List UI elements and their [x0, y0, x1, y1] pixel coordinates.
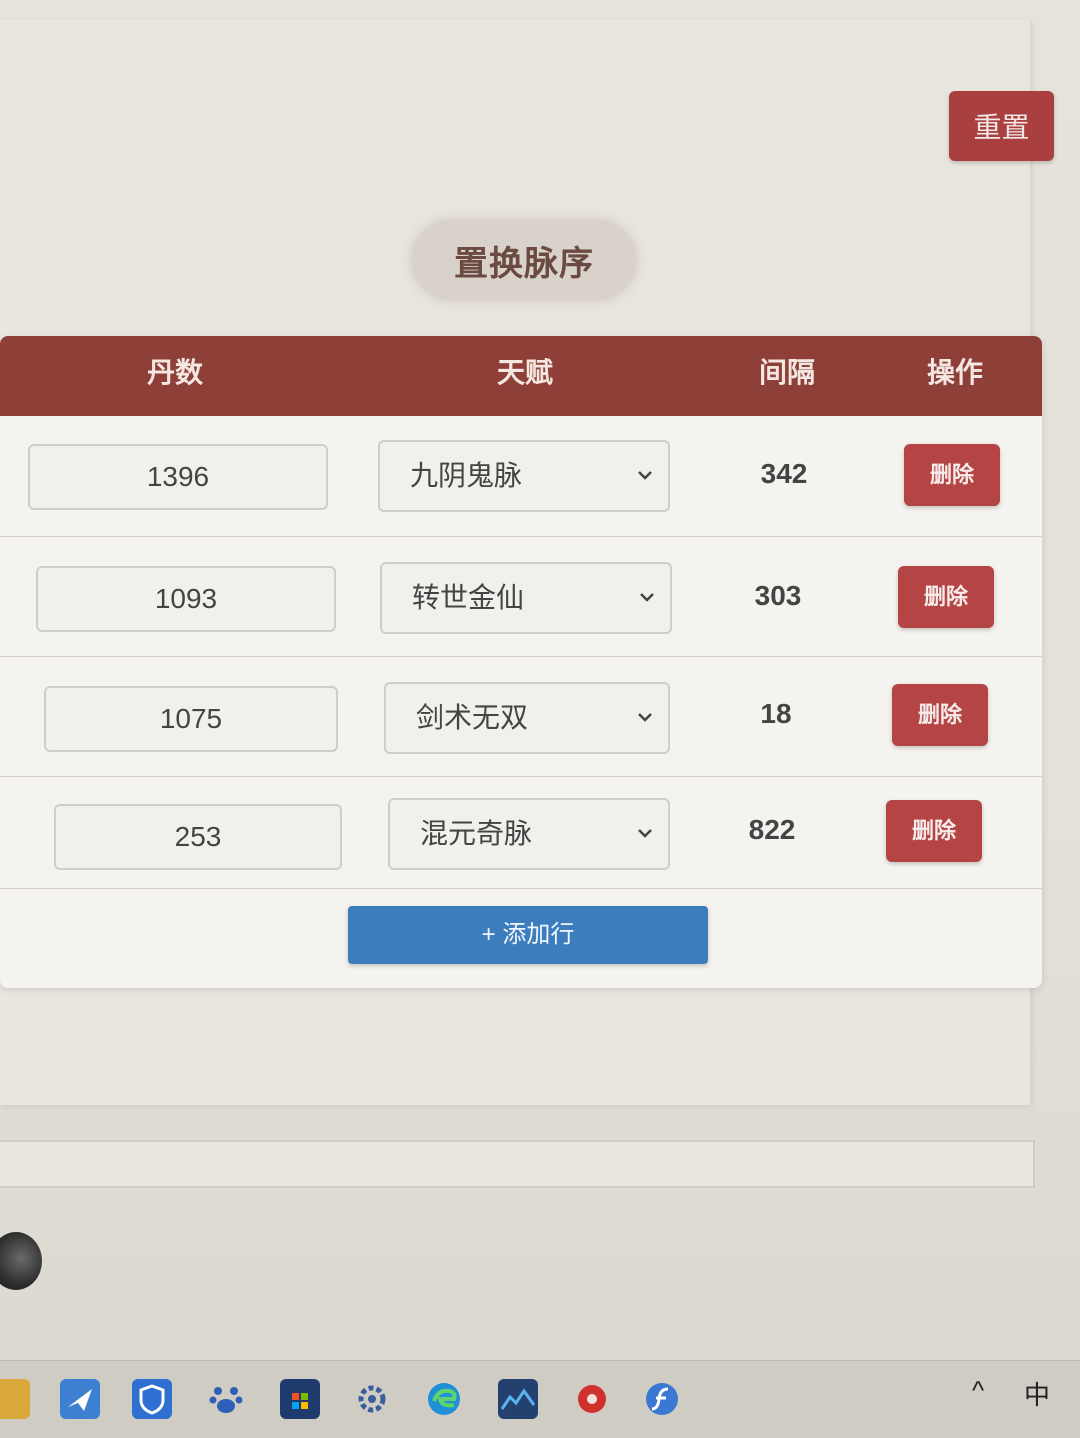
table-row: 剑术无双 18 删除 — [0, 656, 1042, 777]
chevron-down-icon — [640, 593, 654, 602]
edge-icon[interactable] — [424, 1379, 464, 1419]
count-input[interactable] — [28, 444, 328, 510]
add-row-button[interactable]: + 添加行 — [348, 906, 708, 964]
paw-icon[interactable] — [206, 1379, 246, 1419]
shield-icon[interactable] — [132, 1379, 172, 1419]
interval-value: 18 — [760, 698, 792, 729]
table-row: 混元奇脉 822 删除 — [0, 776, 1042, 889]
taskbar: ^ 中 — [0, 1360, 1080, 1438]
count-input[interactable] — [44, 686, 338, 752]
gear-icon[interactable] — [352, 1379, 392, 1419]
store-icon[interactable] — [280, 1379, 320, 1419]
talent-select-value: 九阴鬼脉 — [410, 460, 523, 491]
flash-glyph-icon — [646, 1383, 678, 1415]
talent-select[interactable]: 混元奇脉 — [388, 798, 670, 870]
delete-button[interactable]: 删除 — [892, 684, 988, 746]
interval-value: 342 — [760, 458, 808, 489]
paw-glyph-icon — [209, 1387, 243, 1413]
store-glyph-icon — [292, 1393, 308, 1409]
chevron-down-icon — [638, 713, 652, 722]
count-input[interactable] — [54, 804, 342, 870]
ime-indicator[interactable]: 中 — [1024, 1375, 1050, 1412]
column-header-interval: 间隔 — [758, 357, 815, 388]
gear-glyph-icon — [358, 1385, 386, 1413]
chevron-down-icon — [638, 471, 652, 480]
interval-value: 822 — [748, 814, 796, 845]
mail-glyph-icon — [68, 1389, 92, 1411]
table-header: 丹数 天赋 间隔 操作 — [0, 336, 1042, 416]
sequence-table: 丹数 天赋 间隔 操作 九阴鬼脉 342 删除 转世金仙 — [0, 336, 1042, 988]
reset-button[interactable]: 重置 — [949, 91, 1054, 161]
edge-glyph-icon — [428, 1383, 460, 1415]
page-title: 置换脉序 — [454, 244, 594, 283]
main-panel: 重置 置换脉序 丹数 天赋 间隔 操作 九阴鬼脉 342 删除 — [0, 20, 1054, 1105]
flash-icon[interactable] — [642, 1379, 682, 1419]
music-glyph-icon — [578, 1385, 606, 1413]
screen: 重置 置换脉序 丹数 天赋 间隔 操作 九阴鬼脉 342 删除 — [0, 0, 1080, 1360]
talent-select[interactable]: 九阴鬼脉 — [378, 440, 670, 512]
mail-icon[interactable] — [60, 1379, 100, 1419]
talent-select-value: 转世金仙 — [412, 582, 525, 613]
avatar[interactable] — [0, 1232, 42, 1290]
chevron-down-icon — [638, 829, 652, 838]
column-header-talent: 天赋 — [496, 357, 553, 388]
count-input[interactable] — [36, 566, 336, 632]
shield-glyph-icon — [139, 1384, 165, 1415]
column-header-action: 操作 — [926, 357, 983, 388]
music-icon[interactable] — [572, 1379, 612, 1419]
talent-select-value: 混元奇脉 — [420, 818, 533, 849]
photo-icon[interactable] — [498, 1379, 538, 1419]
talent-select-value: 剑术无双 — [416, 702, 529, 733]
title-pill: 置换脉序 — [412, 220, 636, 300]
delete-button[interactable]: 删除 — [904, 444, 1000, 506]
text-input[interactable] — [0, 1140, 1035, 1188]
delete-button[interactable]: 删除 — [886, 800, 982, 862]
talent-select[interactable]: 剑术无双 — [384, 682, 670, 754]
delete-button[interactable]: 删除 — [898, 566, 994, 628]
table-row: 转世金仙 303 删除 — [0, 536, 1042, 657]
tray-chevron-up[interactable]: ^ — [972, 1375, 984, 1406]
talent-select[interactable]: 转世金仙 — [380, 562, 672, 634]
folder-icon[interactable] — [0, 1379, 30, 1419]
column-header-count: 丹数 — [146, 357, 203, 388]
table-row: 九阴鬼脉 342 删除 — [0, 416, 1042, 537]
photo-glyph-icon — [500, 1388, 536, 1410]
interval-value: 303 — [754, 580, 802, 611]
